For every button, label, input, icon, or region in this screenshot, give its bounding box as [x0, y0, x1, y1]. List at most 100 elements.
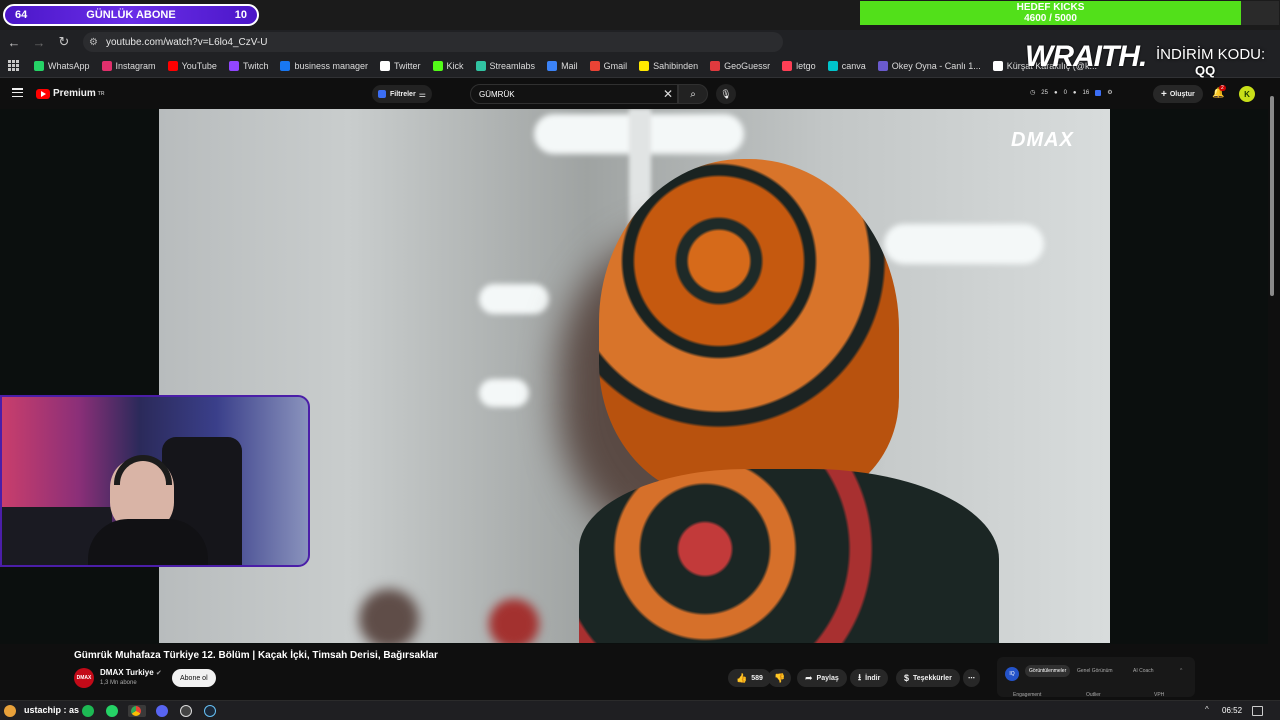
account-avatar[interactable]: K: [1239, 86, 1255, 102]
whatsapp-icon[interactable]: [106, 705, 118, 717]
bookmark-label: Kick: [446, 60, 464, 71]
collapse-icon[interactable]: ^: [1180, 668, 1182, 674]
bookmark-item[interactable]: canva: [827, 60, 866, 71]
region-code: TR: [97, 90, 105, 97]
apps-grid-icon[interactable]: [8, 59, 20, 72]
notification-center-icon[interactable]: [1252, 706, 1263, 716]
bookmark-item[interactable]: Kick: [432, 60, 464, 71]
chat-emote-icon: [4, 705, 16, 717]
bookmark-item[interactable]: Okey Oyna - Canlı 1...: [877, 60, 981, 71]
filters-button[interactable]: Filtreler ⚌: [372, 85, 432, 103]
bookmark-favicon-icon: [992, 60, 1003, 71]
scrollbar-thumb[interactable]: [1270, 96, 1274, 296]
voice-search-button[interactable]: 🎙: [716, 84, 736, 104]
share-label: Paylaş: [816, 674, 839, 682]
streamer-facecam: [0, 395, 310, 567]
extension-stats: ◷ 25 ● 0 ● 16 ⚙: [1030, 89, 1113, 96]
clock-icon: ◷: [1030, 90, 1036, 96]
patterned-clothing: [579, 469, 999, 643]
notifications-button[interactable]: 🔔 2: [1212, 85, 1226, 99]
ceiling-light: [479, 379, 529, 407]
download-button[interactable]: ⭳ İndir: [850, 669, 889, 687]
column-engagement: Engagement: [1013, 692, 1042, 698]
chrome-icon[interactable]: [131, 706, 141, 716]
dislike-button[interactable]: 👎: [768, 669, 792, 687]
page-scrollbar[interactable]: [1270, 90, 1276, 700]
tray-expand-icon[interactable]: ^: [1205, 705, 1209, 714]
more-actions-button[interactable]: ⋯: [963, 669, 980, 687]
thumbs-down-icon: 👎: [774, 672, 786, 683]
bookmark-item[interactable]: business manager: [280, 60, 368, 71]
filters-label: Filtreler: [390, 90, 416, 98]
bookmark-label: GeoGuessr: [724, 60, 771, 71]
daily-subscriber-goal: 64 GÜNLÜK ABONE 10: [3, 4, 259, 26]
url-text: youtube.com/watch?v=L6lo4_CzV-U: [105, 36, 268, 48]
download-label: İndir: [865, 674, 881, 682]
tab-overview[interactable]: Genel Görünüm: [1077, 668, 1113, 674]
ceiling-light: [479, 284, 549, 314]
bookmark-item[interactable]: GeoGuessr: [710, 60, 771, 71]
discord-icon[interactable]: [156, 705, 168, 717]
bookmark-item[interactable]: Streamlabs: [475, 60, 536, 71]
bookmark-favicon-icon: [827, 60, 838, 71]
bookmark-item[interactable]: YouTube: [167, 60, 217, 71]
share-button[interactable]: ➦ Paylaş: [797, 669, 847, 687]
bookmark-favicon-icon: [639, 60, 650, 71]
bookmark-favicon-icon: [782, 60, 793, 71]
like-button[interactable]: 👍 589: [728, 669, 771, 687]
settings-icon[interactable]: ⚙: [1107, 89, 1112, 96]
bookmark-item[interactable]: Sahibinden: [639, 60, 699, 71]
thumbs-up-icon: 👍: [736, 672, 748, 683]
bookmark-item[interactable]: letgo: [782, 60, 816, 71]
address-bar[interactable]: ⚙ youtube.com/watch?v=L6lo4_CzV-U: [83, 32, 783, 52]
stat-a: 25: [1041, 89, 1048, 96]
background-person: [359, 589, 419, 643]
create-button[interactable]: + Oluştur: [1153, 85, 1203, 103]
channel-name[interactable]: DMAX Turkiye ✔: [100, 668, 162, 677]
more-icon: ⋯: [968, 675, 975, 682]
thanks-button[interactable]: $ Teşekkürler: [896, 669, 960, 687]
kicks-goal-bar: HEDEF KICKS 4600 / 5000: [860, 1, 1279, 25]
youtube-logo[interactable]: Premium TR: [36, 88, 104, 99]
bookmark-item[interactable]: Mail: [547, 60, 578, 71]
bookmark-label: Streamlabs: [489, 60, 536, 71]
search-input[interactable]: GÜMRÜK ✕: [470, 84, 678, 104]
extension-icon[interactable]: [1095, 89, 1102, 96]
menu-icon[interactable]: [12, 88, 23, 97]
bookmark-favicon-icon: [475, 60, 486, 71]
goal-left-count: 64: [15, 9, 28, 21]
bookmark-item[interactable]: Instagram: [101, 60, 156, 71]
bookmark-label: business manager: [294, 60, 368, 71]
subscribe-button[interactable]: Abone ol: [172, 669, 216, 687]
spotify-icon[interactable]: [82, 705, 94, 717]
create-label: Oluştur: [1169, 90, 1195, 98]
back-icon[interactable]: ←: [3, 31, 25, 53]
extension-icon: [378, 90, 386, 98]
ceiling-light: [884, 224, 1044, 264]
video-title: Gümrük Muhafaza Türkiye 12. Bölüm | Kaça…: [74, 650, 438, 661]
goal-right-count: 10: [234, 9, 247, 21]
tab-ai-coach[interactable]: AI Coach: [1133, 668, 1154, 674]
bookmark-item[interactable]: WhatsApp: [34, 60, 90, 71]
forward-icon[interactable]: →: [28, 31, 50, 53]
chat-overlay-text: ustachip : as: [24, 705, 80, 715]
bookmark-item[interactable]: Gmail: [589, 60, 627, 71]
clock: 06:52: [1222, 706, 1243, 715]
site-info-icon[interactable]: ⚙: [89, 37, 98, 48]
bookmark-label: WhatsApp: [48, 60, 90, 71]
bookmark-item[interactable]: Twitch: [228, 60, 269, 71]
bookmark-label: Sahibinden: [653, 60, 699, 71]
reload-icon[interactable]: ↻: [53, 31, 75, 53]
thanks-icon: $: [904, 673, 910, 683]
kicks-goal-remaining: [1241, 1, 1279, 25]
search-button[interactable]: ⌕: [678, 84, 708, 104]
bookmark-item[interactable]: Twitter: [380, 60, 421, 71]
share-icon: ➦: [805, 672, 813, 683]
channel-avatar[interactable]: DMAX: [74, 668, 94, 688]
sponsor-code: QQ: [1195, 63, 1216, 78]
bookmark-label: Twitch: [242, 60, 269, 71]
clear-search-icon[interactable]: ✕: [663, 87, 673, 101]
obs-icon[interactable]: [180, 705, 192, 717]
tab-views[interactable]: Görüntülenmeler: [1025, 665, 1071, 677]
steam-icon[interactable]: [204, 705, 216, 717]
